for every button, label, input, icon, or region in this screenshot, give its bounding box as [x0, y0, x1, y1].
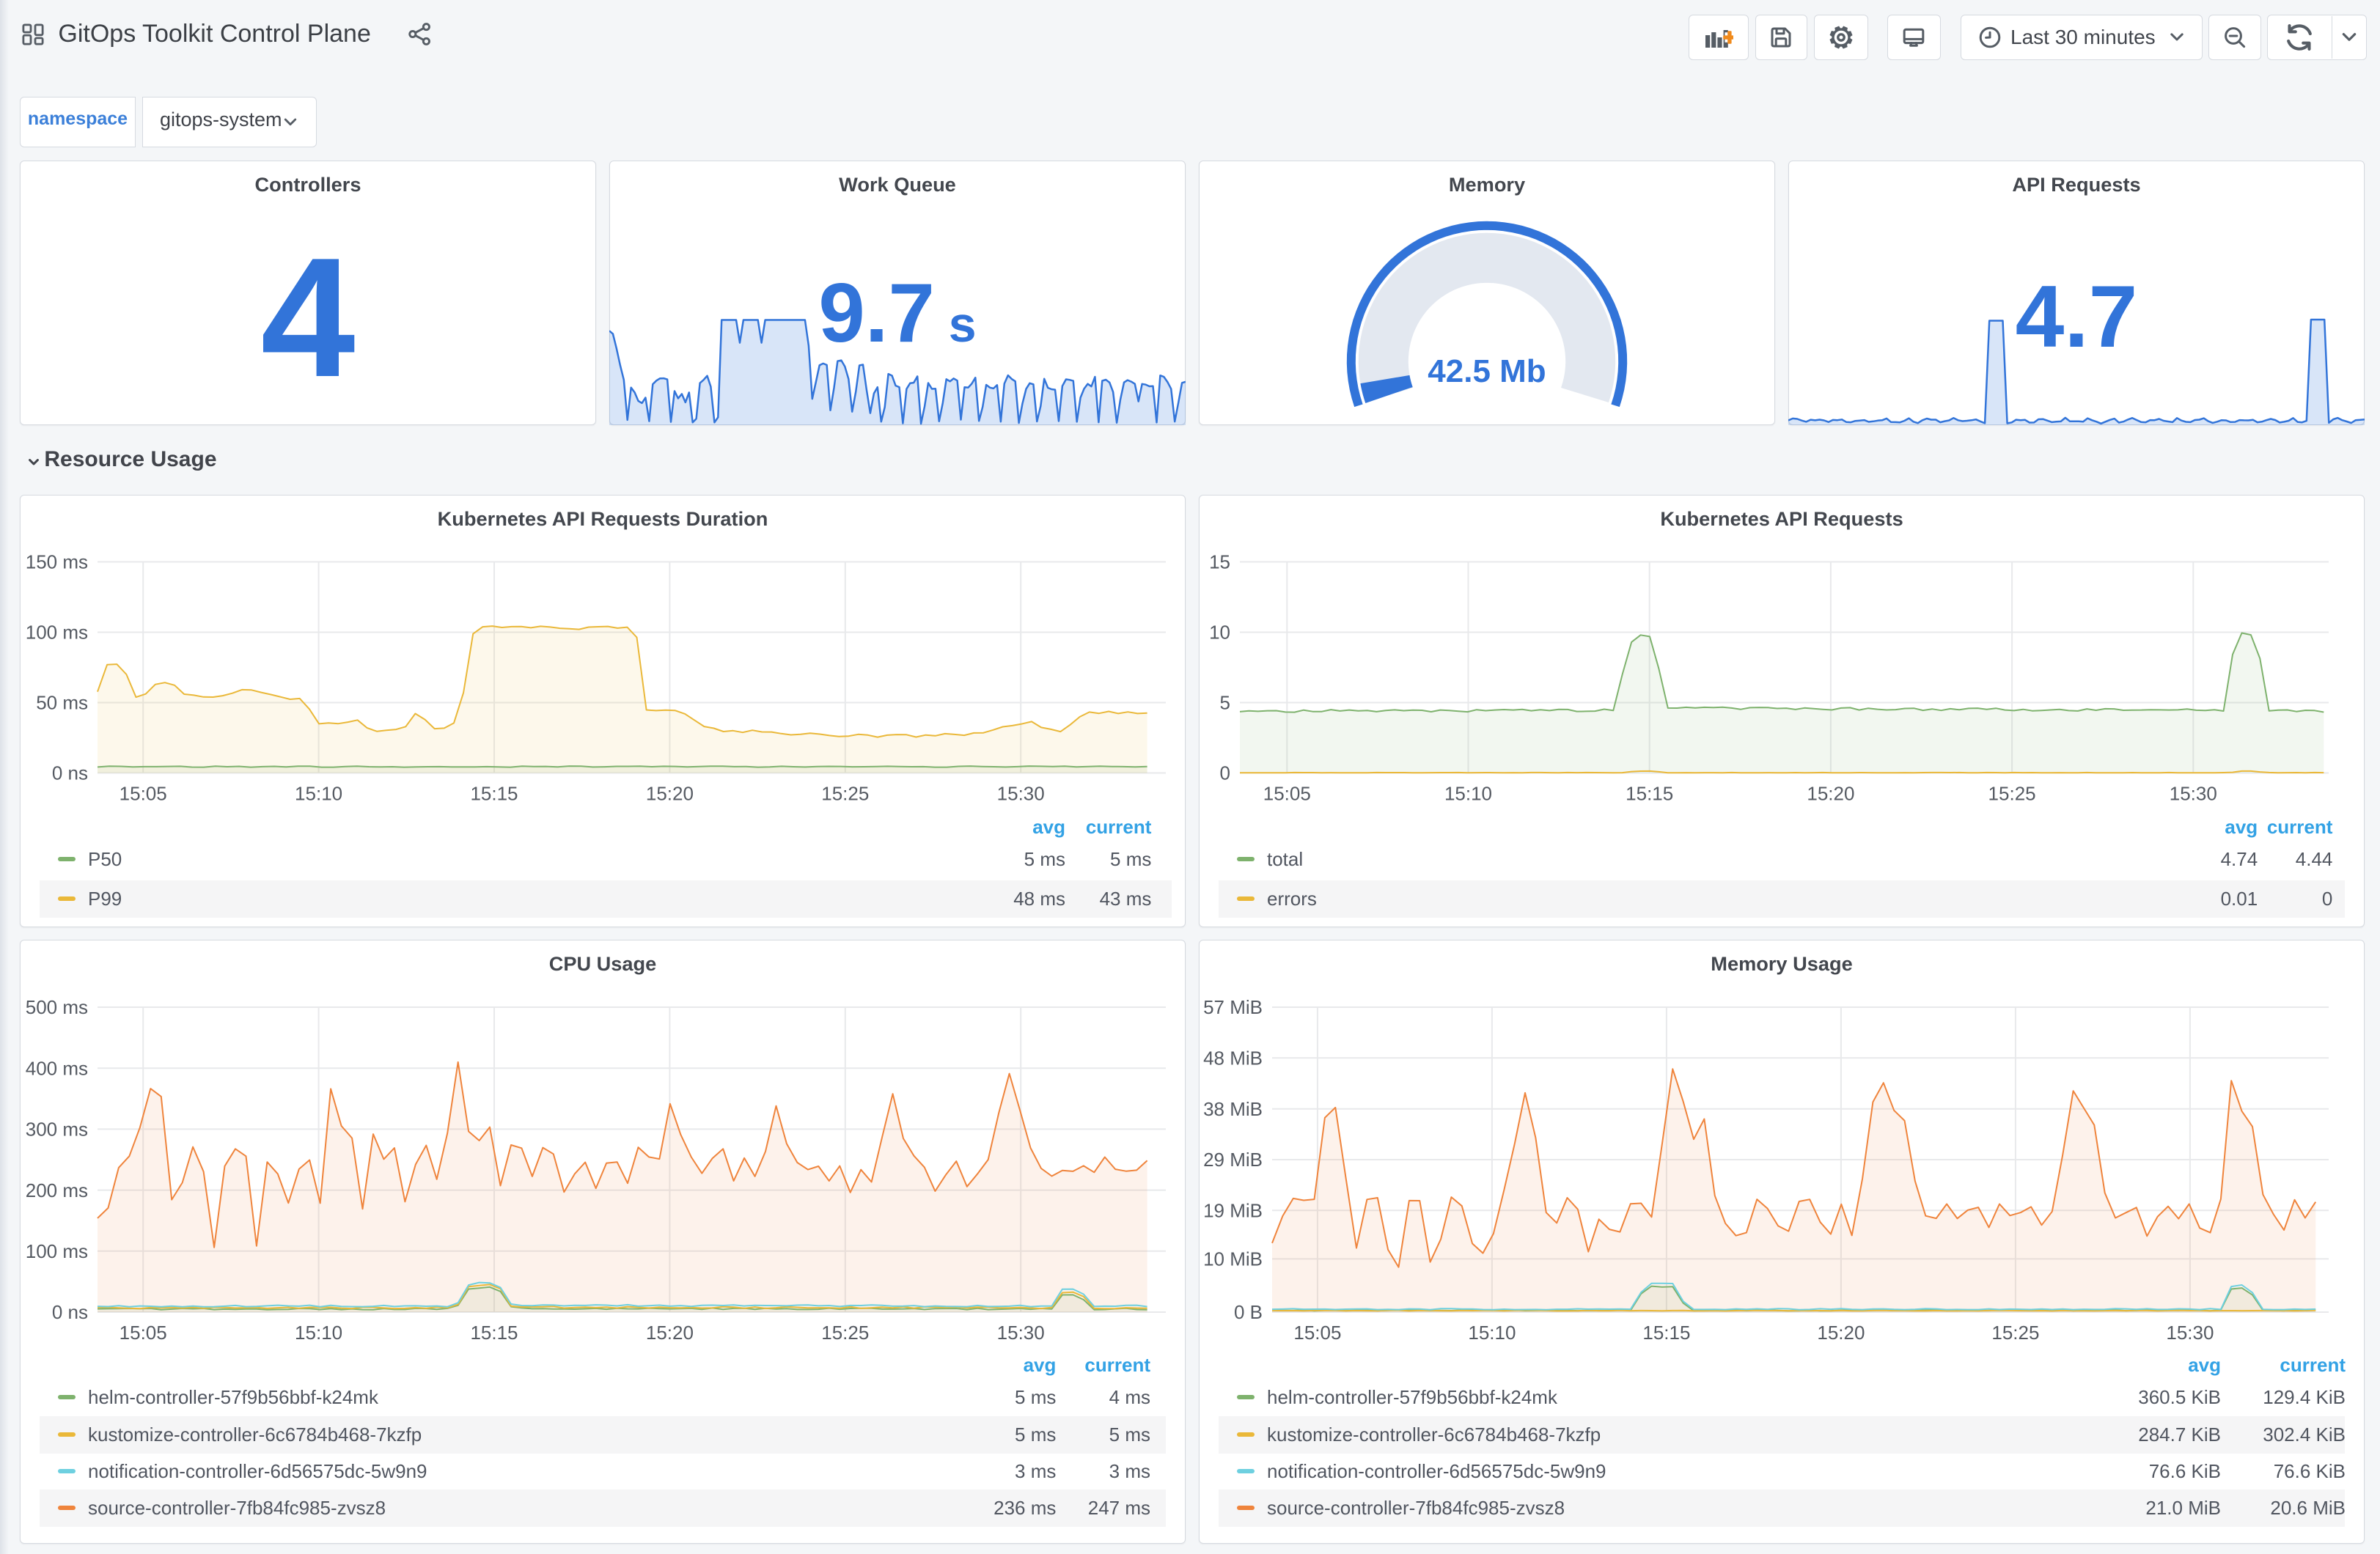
svg-text:19 MiB: 19 MiB — [1203, 1200, 1263, 1222]
svg-text:500 ms: 500 ms — [26, 996, 88, 1018]
svg-text:150 ms: 150 ms — [26, 550, 88, 572]
svg-text:48 MiB: 48 MiB — [1203, 1047, 1263, 1069]
svg-text:100 ms: 100 ms — [26, 1240, 88, 1262]
svg-text:5: 5 — [1220, 691, 1230, 713]
svg-text:15:25: 15:25 — [821, 782, 869, 804]
svg-text:57 MiB: 57 MiB — [1203, 996, 1263, 1018]
svg-text:0: 0 — [1220, 762, 1230, 784]
svg-text:15:25: 15:25 — [1988, 782, 2036, 804]
svg-text:15:25: 15:25 — [821, 1322, 869, 1344]
svg-text:400 ms: 400 ms — [26, 1057, 88, 1079]
svg-text:15:30: 15:30 — [997, 1322, 1045, 1344]
svg-text:0 B: 0 B — [1234, 1301, 1263, 1323]
svg-text:0 ns: 0 ns — [52, 1301, 88, 1323]
svg-text:15:25: 15:25 — [1991, 1322, 2039, 1344]
svg-text:300 ms: 300 ms — [26, 1119, 88, 1141]
svg-text:15:30: 15:30 — [2166, 1322, 2214, 1344]
svg-text:15:20: 15:20 — [1807, 782, 1854, 804]
svg-text:15:10: 15:10 — [295, 1322, 342, 1344]
svg-text:29 MiB: 29 MiB — [1203, 1149, 1263, 1171]
svg-text:0 ns: 0 ns — [52, 762, 88, 784]
svg-text:15:10: 15:10 — [1444, 782, 1492, 804]
svg-text:15:20: 15:20 — [646, 1322, 694, 1344]
svg-text:15:10: 15:10 — [295, 782, 342, 804]
svg-text:15:15: 15:15 — [1626, 782, 1673, 804]
svg-text:200 ms: 200 ms — [26, 1179, 88, 1201]
svg-text:15:05: 15:05 — [120, 782, 167, 804]
svg-text:15:05: 15:05 — [120, 1322, 167, 1344]
svg-text:15:05: 15:05 — [1293, 1322, 1341, 1344]
svg-text:15:15: 15:15 — [470, 782, 518, 804]
svg-text:15:15: 15:15 — [470, 1322, 518, 1344]
svg-text:15: 15 — [1209, 550, 1230, 572]
svg-text:15:05: 15:05 — [1263, 782, 1311, 804]
svg-text:15:10: 15:10 — [1468, 1322, 1516, 1344]
svg-text:100 ms: 100 ms — [26, 621, 88, 643]
svg-text:15:30: 15:30 — [997, 782, 1045, 804]
svg-text:15:30: 15:30 — [2170, 782, 2217, 804]
svg-text:10 MiB: 10 MiB — [1203, 1248, 1263, 1270]
svg-text:15:20: 15:20 — [1817, 1322, 1865, 1344]
svg-text:15:20: 15:20 — [646, 782, 694, 804]
svg-text:15:15: 15:15 — [1642, 1322, 1690, 1344]
svg-text:38 MiB: 38 MiB — [1203, 1098, 1263, 1120]
svg-text:50 ms: 50 ms — [36, 691, 88, 713]
svg-text:10: 10 — [1209, 621, 1230, 643]
